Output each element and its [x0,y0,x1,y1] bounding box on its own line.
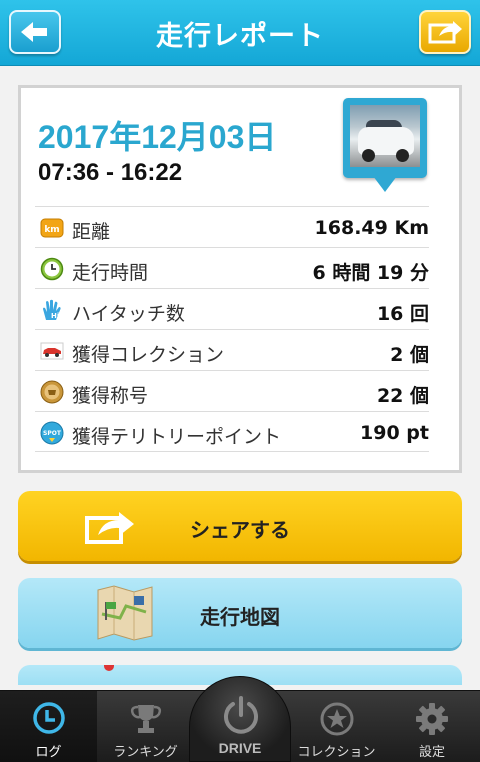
stat-value: 190 pt [360,422,429,444]
drive-label: DRIVE [218,740,262,756]
drive-button[interactable]: DRIVE [189,676,291,762]
stat-row-titles: 獲得称号 22 個 [35,370,429,411]
stat-value: 6 時間 19 分 [312,262,429,284]
report-date: 2017年12月03日 [38,119,277,155]
share-button[interactable]: シェアする [18,491,462,561]
stat-row-collection: 獲得コレクション 2 個 [35,329,429,370]
hi-five-icon: Hi [43,299,61,320]
drive-map-button-label: 走行地図 [200,605,280,629]
svg-text:Hi: Hi [51,312,59,320]
power-icon [224,696,258,734]
car-photo-pin[interactable] [343,98,427,200]
trophy-icon [130,705,161,733]
stat-value: 16 回 [376,303,429,325]
clock-icon [40,257,64,281]
svg-text:km: km [44,225,59,235]
tab-label: コレクション [297,745,376,760]
stat-label: 獲得コレクション [72,344,225,366]
stat-label: 走行時間 [72,262,149,284]
km-icon: km [40,218,64,238]
svg-text:SPOT: SPOT [43,430,62,437]
car-photo [350,105,420,167]
title-medal-icon [40,380,64,404]
tab-settings[interactable]: 設定 [384,691,480,762]
stats-list: km 距離 168.49 Km 走行時間 6 時間 19 分 Hi ハイタッチ数… [35,206,429,452]
stat-row-hi-touch: Hi ハイタッチ数 16 回 [35,288,429,329]
tab-log[interactable]: ログ [0,691,97,762]
tab-label: ログ [35,745,62,760]
stat-label: ハイタッチ数 [72,303,185,325]
tab-collection[interactable]: コレクション [289,691,384,762]
share-icon [428,21,462,44]
stat-row-drive-time: 走行時間 6 時間 19 分 [35,247,429,288]
clock-icon [32,702,65,734]
app-header: 走行レポート [0,0,480,66]
tab-label: 設定 [418,745,445,760]
pin-pointer [373,176,397,192]
tab-label: ランキング [113,745,178,760]
star-icon [320,702,353,736]
tab-ranking[interactable]: ランキング [97,691,194,762]
page-title: 走行レポート [156,21,324,52]
stat-value: 168.49 Km [314,217,429,239]
stat-row-distance: km 距離 168.49 Km [35,206,429,247]
header-share-button[interactable] [419,10,471,54]
stat-row-territory: SPOT 獲得テリトリーポイント 190 pt [35,411,429,452]
report-card: 2017年12月03日 07:36 - 16:22 km 距離 168.49 K… [18,85,462,473]
stat-value: 2 個 [390,344,429,366]
car-icon [40,342,64,360]
stat-label: 獲得テリトリーポイント [72,426,282,448]
stat-label: 距離 [72,221,111,243]
spot-icon: SPOT [40,421,64,445]
report-time-range: 07:36 - 16:22 [38,159,183,186]
stat-label: 獲得称号 [72,385,149,407]
stat-value: 22 個 [376,385,429,407]
drive-map-button[interactable]: 走行地図 [18,578,462,648]
share-button-label: シェアする [190,518,290,542]
photo-frame [343,98,427,178]
pin-icon [104,665,114,671]
gear-icon [416,703,448,735]
